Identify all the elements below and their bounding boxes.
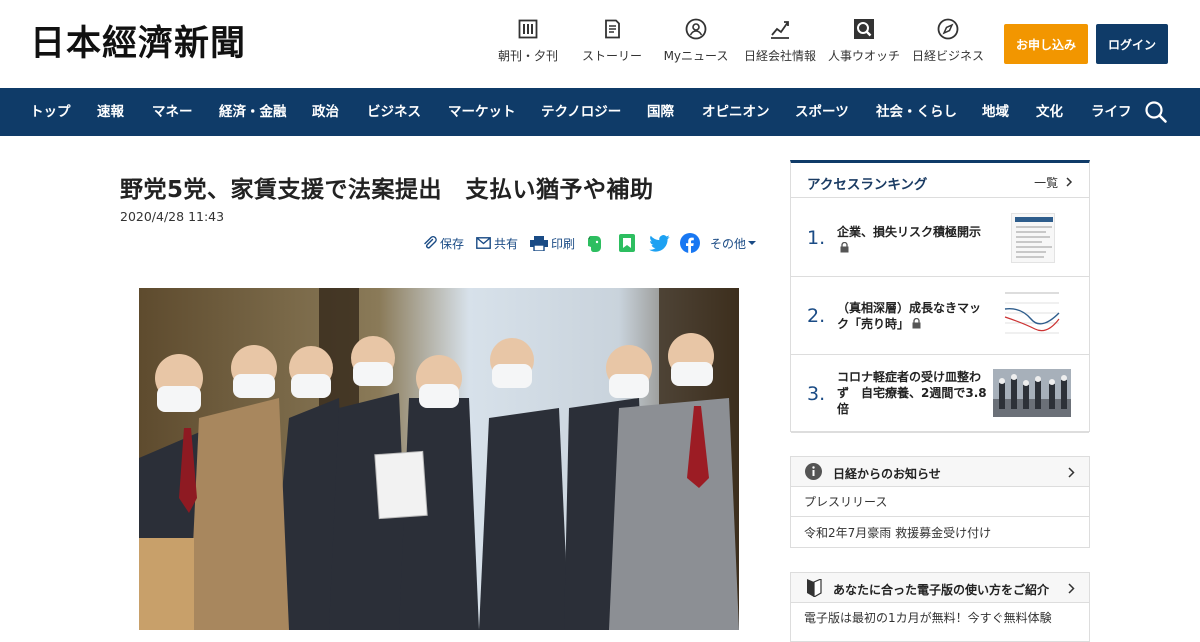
guide-link[interactable]: 電子版は最初の1カ月が無料！今すぐ無料体験 xyxy=(804,609,1052,626)
link-story[interactable]: ストーリー xyxy=(582,18,642,64)
link-print-editions[interactable]: 朝刊・夕刊 xyxy=(498,18,558,64)
nav-item-sports[interactable]: スポーツ xyxy=(795,88,849,136)
nav-item-culture[interactable]: 文化 xyxy=(1036,88,1063,136)
login-button[interactable]: ログイン xyxy=(1096,24,1168,64)
book-icon xyxy=(601,18,623,40)
nav-item-technology[interactable]: テクノロジー xyxy=(541,88,621,136)
magnifier-icon xyxy=(853,18,875,40)
nav-item-politics[interactable]: 政治 xyxy=(312,88,339,136)
nav-item-market[interactable]: マーケット xyxy=(448,88,516,136)
chart-line-icon xyxy=(769,18,791,40)
nav-item-economy[interactable]: 経済・金融 xyxy=(219,88,287,136)
print-button[interactable]: 印刷 xyxy=(530,232,575,254)
rank-thumbnail xyxy=(993,369,1071,417)
apply-button[interactable]: お申し込み xyxy=(1004,24,1088,64)
paperclip-icon xyxy=(424,236,437,249)
facebook-icon xyxy=(680,233,700,253)
ranking-more-link[interactable]: 一覧 xyxy=(1034,174,1073,191)
guide-title: あなたに合った電子版の使い方をご紹介 xyxy=(833,583,1050,597)
link-label: Myニュース xyxy=(663,49,729,63)
ranking-item[interactable]: 1. 企業、損失リスク積極開示 xyxy=(791,199,1089,277)
notice-item[interactable]: 令和2年7月豪雨 救援募金受け付け xyxy=(791,518,1089,548)
ranking-item[interactable]: 2. （真相深層）成長なきマック「売り時」 xyxy=(791,277,1089,355)
print-label: 印刷 xyxy=(551,236,576,251)
ranking-title: アクセスランキング xyxy=(807,177,928,193)
share-label: 共有 xyxy=(494,236,519,251)
ranking-more-label: 一覧 xyxy=(1034,176,1059,190)
rank-thumbnail xyxy=(1001,289,1063,343)
lock-icon xyxy=(840,242,849,253)
nav-item-international[interactable]: 国際 xyxy=(647,88,674,136)
site-header: 日本經濟新聞 朝刊・夕刊 ストーリー Myニュース 日経会社情報 人事ウオッチ xyxy=(0,0,1200,88)
facebook-button[interactable] xyxy=(680,232,703,254)
rank-text: コロナ軽症者の受け皿整わず 自宅療養、2週間で3.8倍 xyxy=(837,370,987,416)
more-share-button[interactable]: その他 xyxy=(710,232,759,254)
nav-item-top[interactable]: トップ xyxy=(30,88,71,136)
nav-item-breaking[interactable]: 速報 xyxy=(97,88,124,136)
link-label: 朝刊・夕刊 xyxy=(498,49,559,63)
chevron-right-icon xyxy=(1068,467,1075,478)
share-button[interactable]: 共有 xyxy=(476,232,518,254)
link-label: ストーリー xyxy=(582,49,643,63)
caret-down-icon xyxy=(748,241,757,245)
rank-number: 2. xyxy=(807,305,826,327)
link-label: 人事ウオッチ xyxy=(828,49,901,63)
search-icon[interactable] xyxy=(1144,100,1168,124)
save-button[interactable]: 保存 xyxy=(423,232,464,254)
printer-icon xyxy=(530,235,548,251)
beginner-mark-icon xyxy=(807,579,822,597)
newspaper-icon xyxy=(517,18,539,40)
nav-item-money[interactable]: マネー xyxy=(152,88,193,136)
chevron-right-icon xyxy=(1066,177,1073,187)
link-label: 日経ビジネス xyxy=(912,49,985,63)
notice-panel: 日経からのお知らせ プレスリリース 令和2年7月豪雨 救援募金受け付け xyxy=(790,456,1090,548)
chevron-right-icon xyxy=(1068,583,1075,594)
ranking-panel: アクセスランキング 一覧 1. 企業、損失リスク積極開示 2. （真相深層）成長… xyxy=(790,160,1090,433)
evernote-icon xyxy=(588,236,601,252)
link-my-news[interactable]: Myニュース xyxy=(664,18,728,64)
link-nikkei-business[interactable]: 日経ビジネス xyxy=(912,18,984,64)
mail-icon xyxy=(476,237,491,249)
twitter-icon xyxy=(649,234,670,252)
save-label: 保存 xyxy=(440,236,465,251)
twitter-button[interactable] xyxy=(649,232,673,254)
rank-text: （真相深層）成長なきマック「売り時」 xyxy=(837,301,982,331)
nav-item-business[interactable]: ビジネス xyxy=(367,88,421,136)
notice-title: 日経からのお知らせ xyxy=(833,467,941,481)
article-title: 野党5党、家賃支援で法案提出 支払い猶予や補助 xyxy=(120,177,654,203)
guide-panel: あなたに合った電子版の使い方をご紹介 電子版は最初の1カ月が無料！今すぐ無料体験 xyxy=(790,572,1090,642)
compass-icon xyxy=(937,18,959,40)
bookmark-note-icon xyxy=(619,234,635,252)
lock-icon xyxy=(912,318,921,329)
guide-header[interactable]: あなたに合った電子版の使い方をご紹介 xyxy=(791,573,1089,603)
rank-text: 企業、損失リスク積極開示 xyxy=(837,224,987,256)
nav-item-life[interactable]: ライフ xyxy=(1091,88,1132,136)
user-circle-icon xyxy=(685,18,707,40)
rank-thumbnail xyxy=(1011,213,1055,263)
more-label: その他 xyxy=(710,236,747,251)
nav-item-society[interactable]: 社会・くらし xyxy=(876,88,957,136)
evernote-button[interactable] xyxy=(586,232,607,254)
notice-item[interactable]: プレスリリース xyxy=(791,487,1089,517)
site-logo[interactable]: 日本經濟新聞 xyxy=(30,22,246,66)
bookmark-button[interactable] xyxy=(618,232,639,254)
link-company-info[interactable]: 日経会社情報 xyxy=(744,18,816,64)
notice-header[interactable]: 日経からのお知らせ xyxy=(791,457,1089,487)
nav-item-opinion[interactable]: オピニオン xyxy=(702,88,770,136)
link-label: 日経会社情報 xyxy=(744,49,817,63)
article-date: 2020/4/28 11:43 xyxy=(120,209,225,224)
nav-item-region[interactable]: 地域 xyxy=(982,88,1009,136)
rank-number: 1. xyxy=(807,227,826,249)
link-personnel-watch[interactable]: 人事ウオッチ xyxy=(828,18,900,64)
article-photo[interactable] xyxy=(139,288,739,630)
ranking-item[interactable]: 3. コロナ軽症者の受け皿整わず 自宅療養、2週間で3.8倍 xyxy=(791,355,1089,433)
rank-number: 3. xyxy=(807,383,826,405)
ranking-header: アクセスランキング 一覧 xyxy=(791,163,1089,198)
info-icon xyxy=(805,463,822,480)
main-nav: トップ 速報 マネー 経済・金融 政治 ビジネス マーケット テクノロジー 国際… xyxy=(0,88,1200,136)
